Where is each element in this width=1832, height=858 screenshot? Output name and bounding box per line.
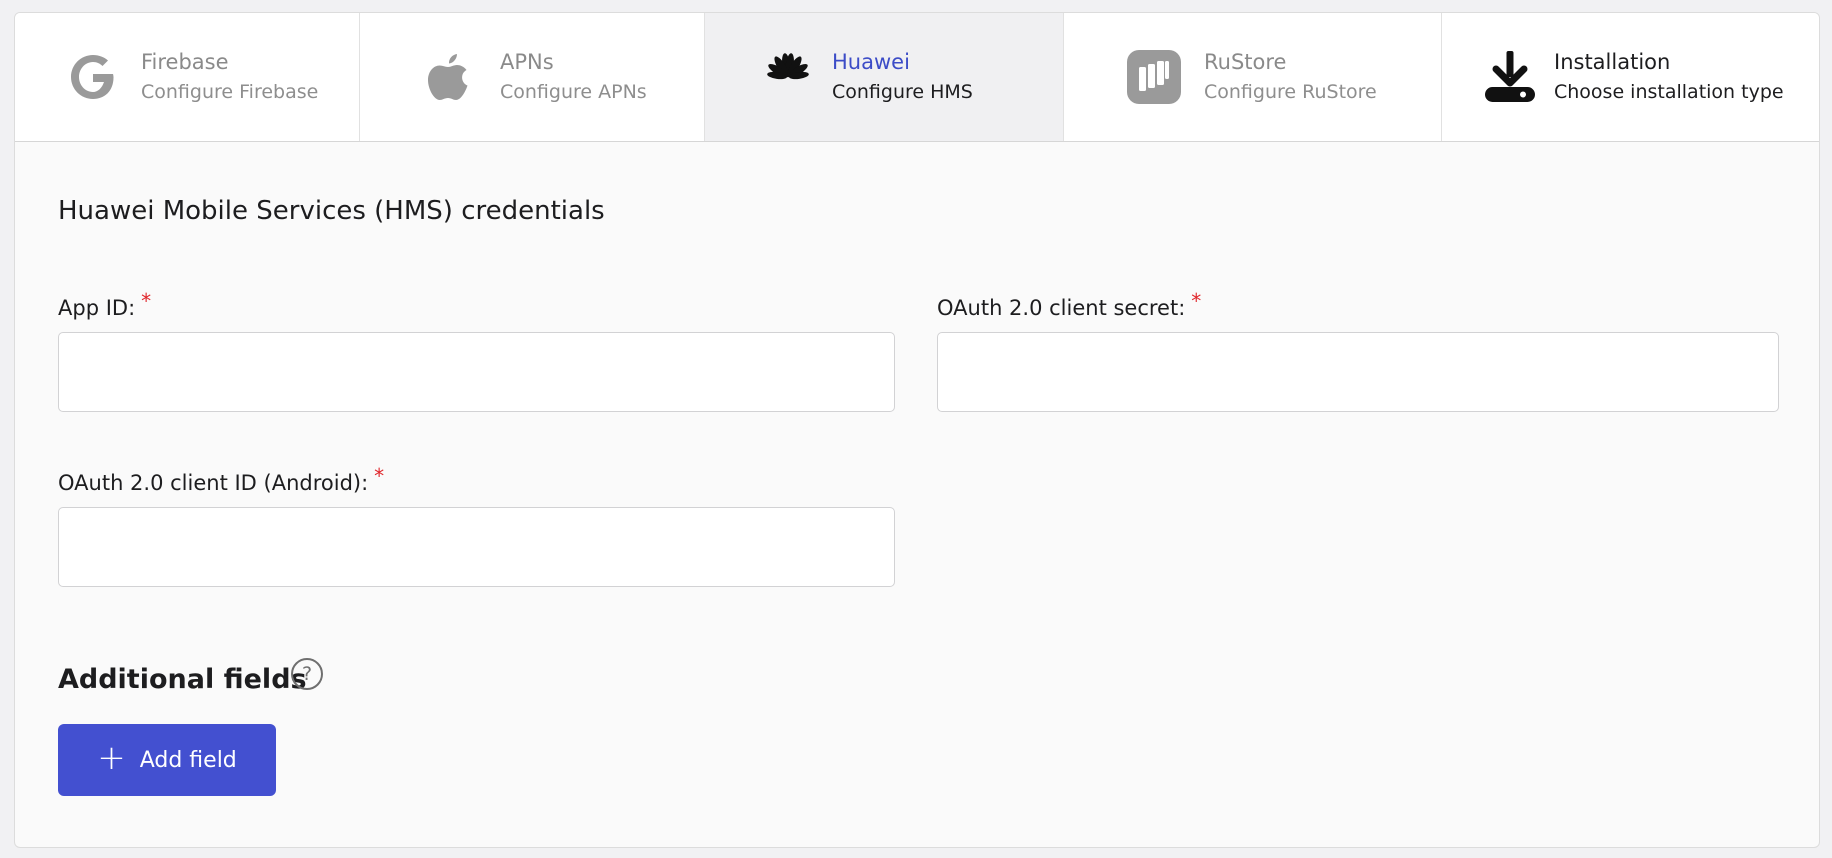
required-mark: *	[141, 289, 152, 313]
tab-title: RuStore	[1204, 50, 1287, 74]
apple-icon	[420, 49, 476, 105]
tab-title: Installation	[1554, 50, 1671, 74]
tab-installation[interactable]: Installation Choose installation type	[1442, 13, 1819, 141]
tab-subtitle: Configure APNs	[500, 81, 647, 103]
tab-installation-text: Installation Choose installation type	[1554, 47, 1784, 107]
tab-apns-text: APNs Configure APNs	[500, 47, 647, 107]
google-icon	[65, 49, 121, 105]
tab-title: Huawei	[832, 50, 910, 74]
client-secret-label: OAuth 2.0 client secret: *	[937, 289, 1201, 320]
plus-icon: +	[97, 738, 126, 778]
rustore-icon	[1126, 49, 1182, 105]
huawei-icon	[760, 49, 816, 105]
tab-title: APNs	[500, 50, 554, 74]
app-id-input[interactable]	[58, 332, 895, 412]
client-secret-label-text: OAuth 2.0 client secret:	[937, 296, 1186, 320]
client-id-label: OAuth 2.0 client ID (Android): *	[58, 464, 384, 495]
tab-huawei[interactable]: Huawei Configure HMS	[705, 13, 1064, 141]
tab-apns[interactable]: APNs Configure APNs	[360, 13, 705, 141]
additional-fields-title: Additional fields	[58, 664, 307, 695]
tab-title: Firebase	[141, 50, 229, 74]
tab-huawei-text: Huawei Configure HMS	[832, 47, 973, 107]
client-id-label-text: OAuth 2.0 client ID (Android):	[58, 471, 369, 495]
add-field-label: Add field	[139, 747, 237, 773]
app-id-label: App ID: *	[58, 289, 151, 320]
tab-rustore-text: RuStore Configure RuStore	[1204, 47, 1377, 107]
app-id-label-text: App ID:	[58, 296, 136, 320]
download-icon	[1482, 49, 1538, 105]
tab-subtitle: Configure RuStore	[1204, 81, 1377, 103]
client-secret-input[interactable]	[937, 332, 1779, 412]
help-icon[interactable]: ?	[291, 658, 323, 690]
tab-firebase-text: Firebase Configure Firebase	[141, 47, 318, 107]
tab-firebase[interactable]: Firebase Configure Firebase	[15, 13, 360, 141]
push-config-card: Firebase Configure Firebase APNs Configu…	[14, 12, 1820, 848]
required-mark: *	[374, 464, 385, 488]
tab-subtitle: Configure Firebase	[141, 81, 319, 103]
required-mark: *	[1191, 289, 1202, 313]
tab-rustore[interactable]: RuStore Configure RuStore	[1064, 13, 1442, 141]
provider-tabs: Firebase Configure Firebase APNs Configu…	[15, 13, 1819, 142]
tab-subtitle: Configure HMS	[832, 81, 973, 103]
client-id-input[interactable]	[58, 507, 895, 587]
add-field-button[interactable]: + Add field	[58, 724, 276, 796]
tab-subtitle: Choose installation type	[1554, 81, 1784, 103]
section-title: Huawei Mobile Services (HMS) credentials	[58, 196, 605, 226]
